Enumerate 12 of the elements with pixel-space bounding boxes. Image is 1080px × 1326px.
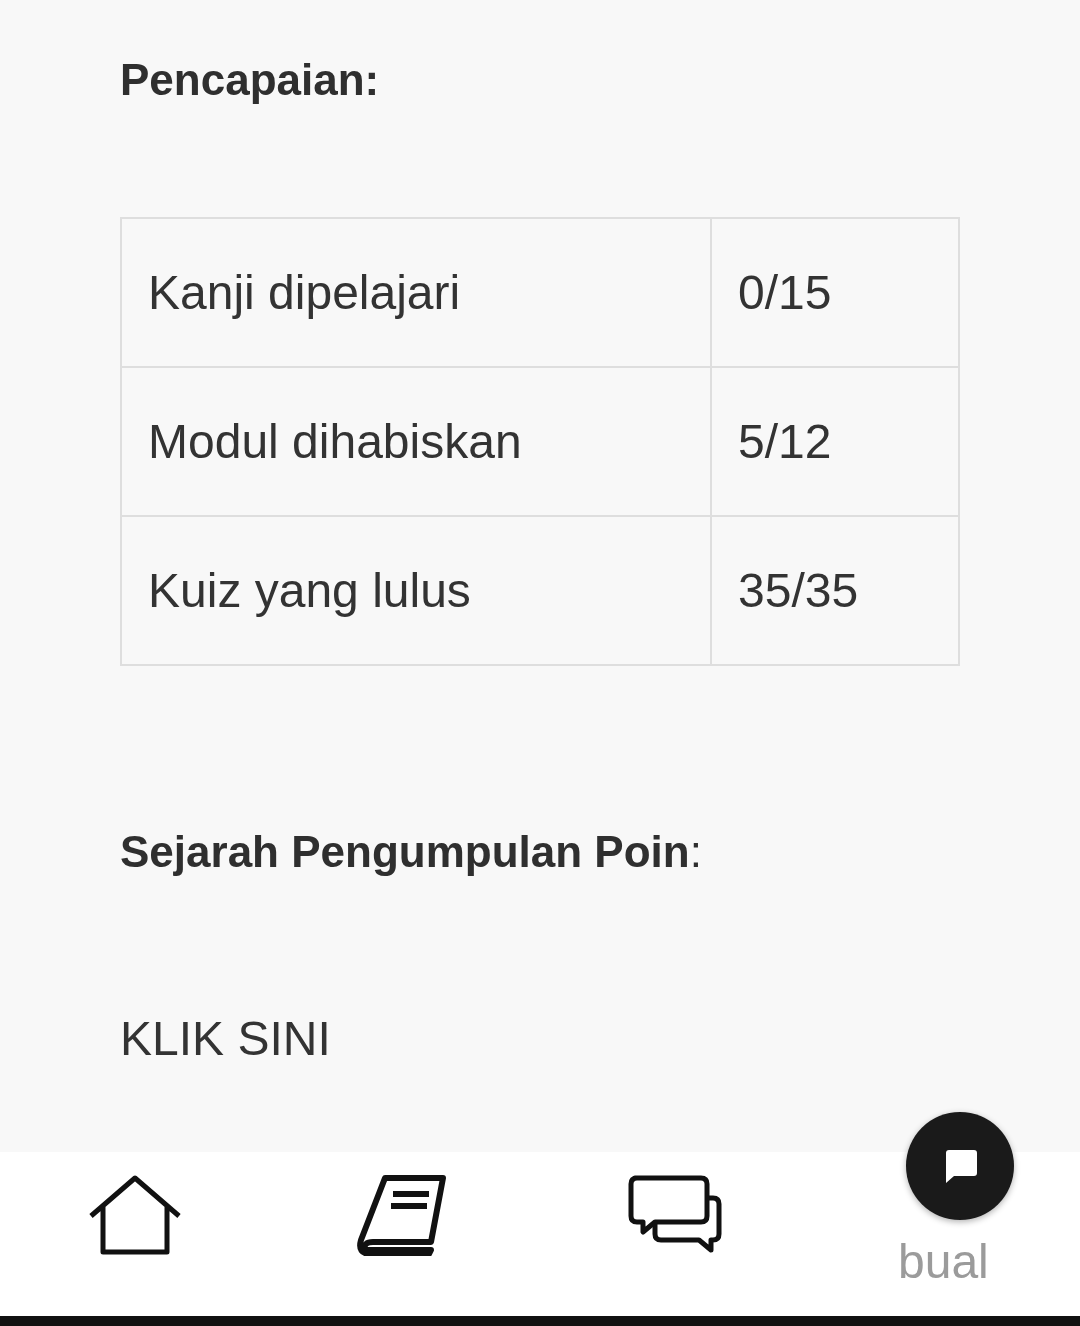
home-icon[interactable] [87, 1172, 183, 1256]
table-cell: 5/12 [711, 367, 959, 516]
table-cell: Kuiz yang lulus [121, 516, 711, 665]
chat-label: bual [898, 1234, 989, 1290]
table-cell: 35/35 [711, 516, 959, 665]
section-title: Sejarah Pengumpulan Poin: [120, 826, 703, 878]
click-here-link[interactable]: KLIK SINI [120, 1009, 331, 1069]
section-title: Pencapaian: [120, 54, 381, 106]
table-cell: Modul dihabiskan [121, 367, 711, 516]
chat-button[interactable] [906, 1112, 1014, 1220]
table-cell: 0/15 [711, 218, 959, 367]
table-cell: Kanji dipelajari [121, 218, 711, 367]
